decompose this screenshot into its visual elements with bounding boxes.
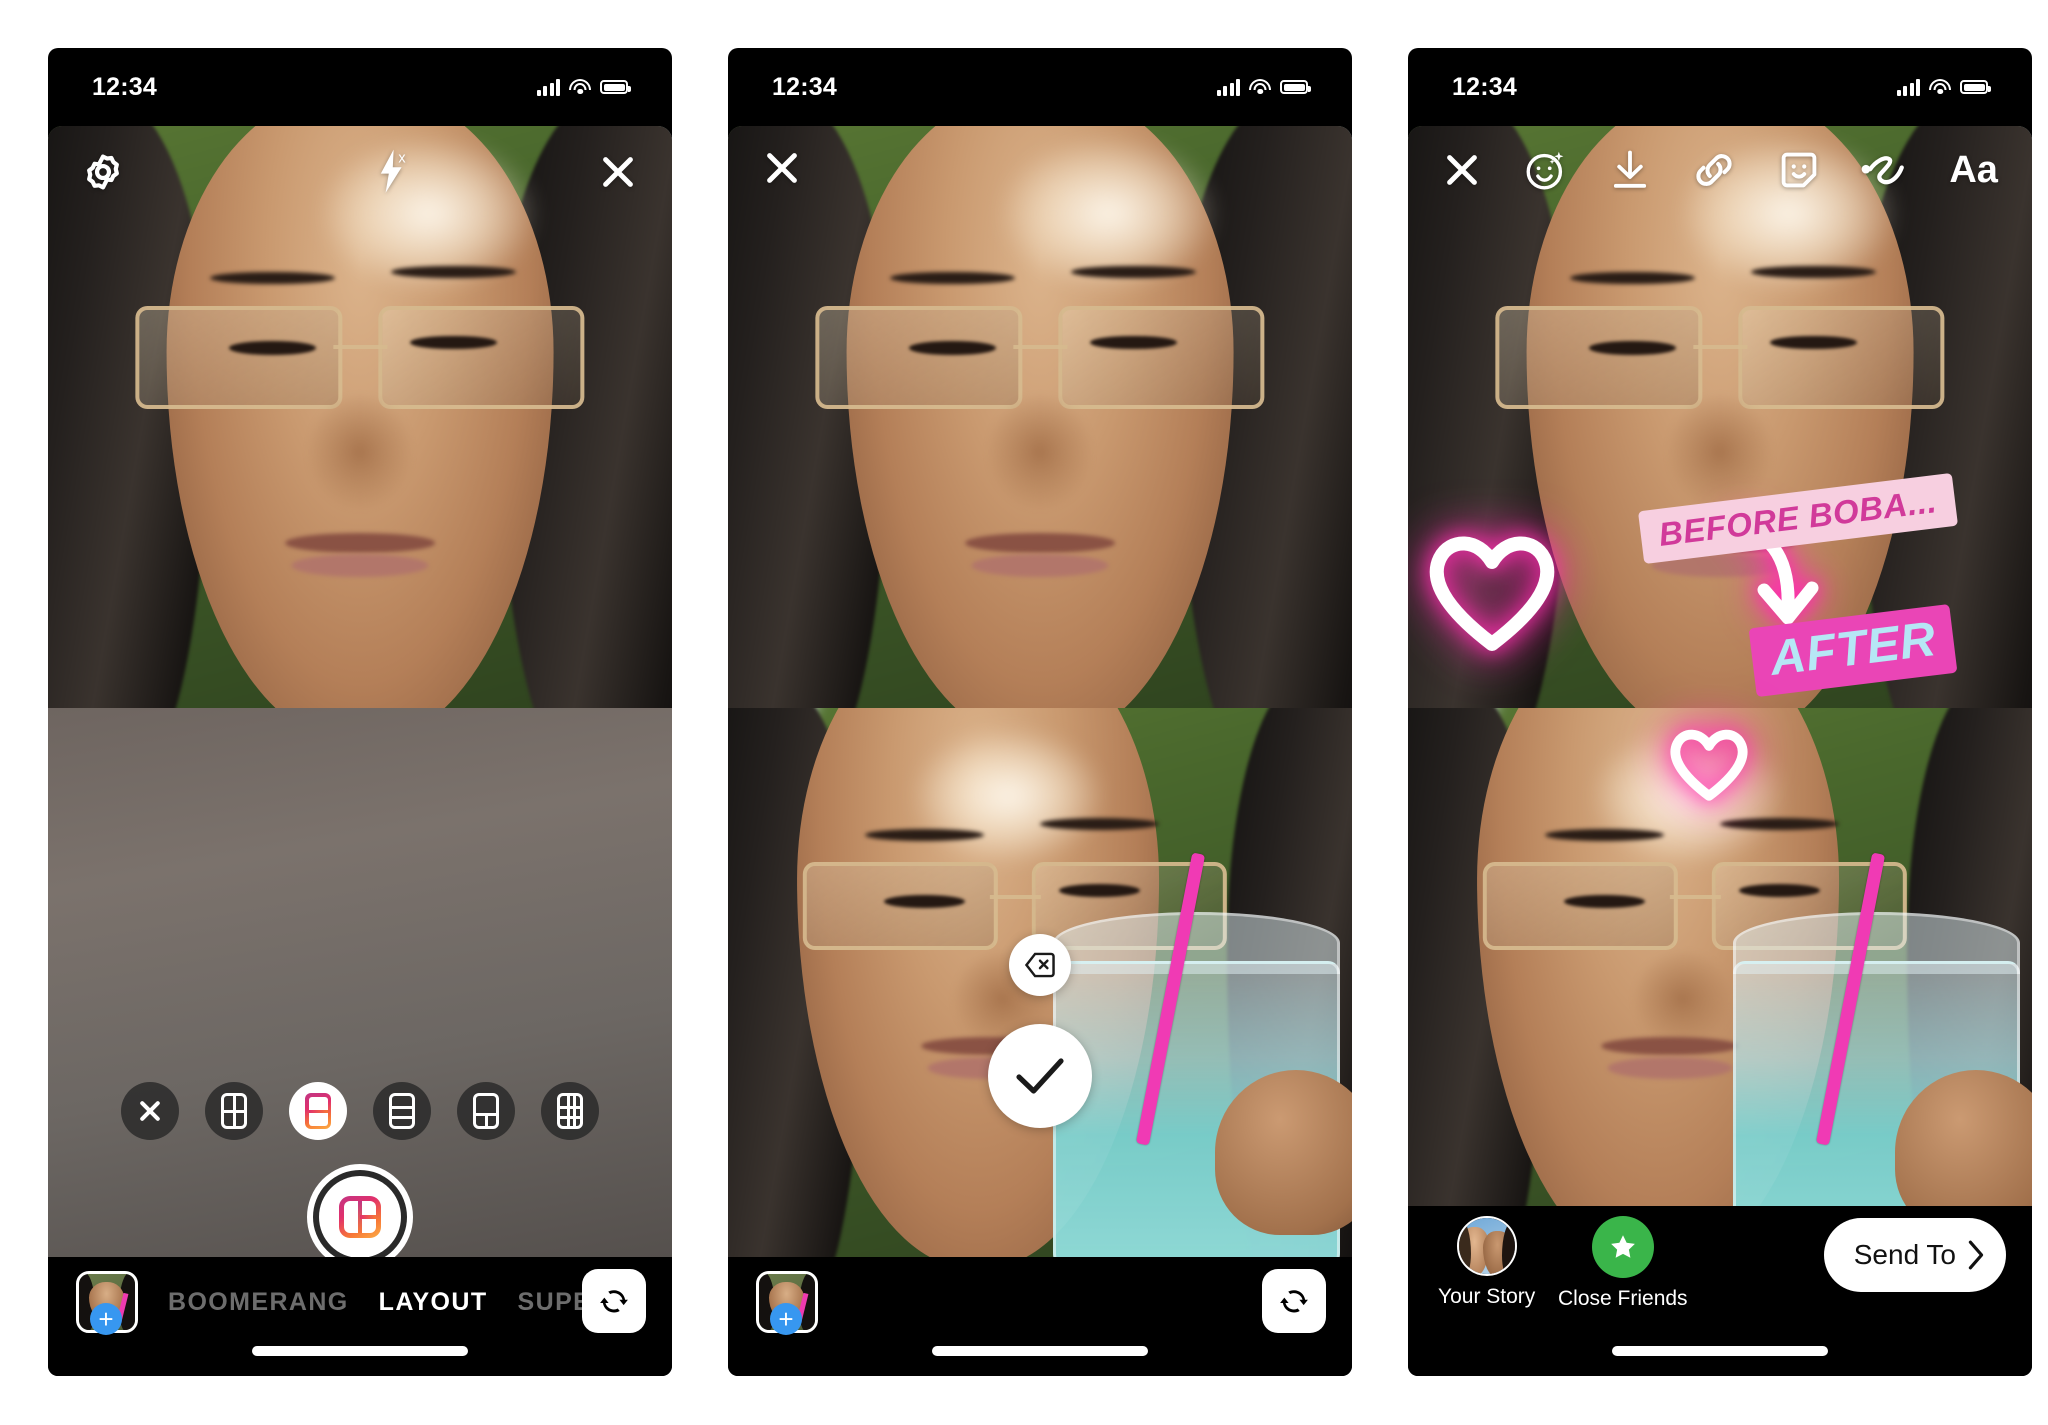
shutter-button[interactable] — [307, 1164, 413, 1270]
status-bar-time: 12:34 — [1452, 72, 1517, 101]
status-bar-time: 12:34 — [92, 72, 157, 101]
home-indicator — [1612, 1346, 1828, 1356]
text-aa-label: Aa — [1949, 149, 1998, 191]
share-destination-label: Your Story — [1438, 1285, 1536, 1308]
status-bar-icons — [1216, 78, 1311, 96]
capture-pane-top — [48, 126, 672, 708]
cellular-bars-icon — [1216, 78, 1240, 96]
download-icon[interactable] — [1610, 148, 1650, 192]
battery-icon — [1280, 80, 1311, 94]
layout-option-split-2[interactable] — [289, 1082, 347, 1140]
settings-gear-icon[interactable] — [82, 151, 124, 193]
star-icon — [1591, 1216, 1654, 1278]
layout-option-rows-3[interactable] — [373, 1082, 431, 1140]
camera-flip-icon[interactable] — [1262, 1269, 1326, 1333]
layout-option-mixed-3[interactable] — [457, 1082, 515, 1140]
screenshot-canvas: 12:34 x + BOOMERANG LAYOUT SUPE 12:34 + … — [0, 0, 2048, 1425]
battery-icon — [1960, 80, 1991, 94]
camera-top-controls: x — [48, 148, 672, 196]
close-icon[interactable] — [1442, 150, 1482, 190]
phone-screen-story-editor: 12:34 BEFORE BOBA... AFTER Aa Your Story… — [1408, 48, 2032, 1376]
phone-screen-layout-capture: 12:34 x + BOOMERANG LAYOUT SUPE — [48, 48, 672, 1376]
sticker-face-icon[interactable] — [1778, 149, 1820, 191]
add-to-story-badge[interactable]: + — [770, 1303, 802, 1335]
camera-mode-superzoom[interactable]: SUPERZOOM — [518, 1288, 588, 1317]
share-destination-your-story[interactable]: Your Story — [1438, 1216, 1535, 1309]
send-to-button[interactable]: Send To — [1823, 1218, 2006, 1292]
status-bar: 12:34 — [728, 48, 1352, 126]
flash-off-icon[interactable]: x — [372, 148, 412, 196]
share-destination-label: Close Friends — [1558, 1287, 1688, 1310]
wifi-icon — [569, 78, 591, 96]
draw-squiggle-icon[interactable] — [1861, 151, 1907, 189]
home-indicator — [252, 1346, 468, 1356]
delete-last-capture-button[interactable] — [1009, 934, 1071, 996]
preview-top-controls — [728, 148, 1352, 188]
wifi-icon — [1249, 78, 1271, 96]
camera-mode-boomerang[interactable]: BOOMERANG — [168, 1288, 349, 1317]
chevron-right-icon — [1968, 1240, 1984, 1270]
text-aa-icon[interactable]: Aa — [1949, 151, 1998, 189]
layout-option-off[interactable] — [121, 1082, 179, 1140]
avatar — [1456, 1216, 1517, 1276]
layout-grid-icon — [339, 1196, 381, 1238]
story-editor-toolbar: Aa — [1408, 148, 2032, 192]
wifi-icon — [1929, 78, 1951, 96]
confirm-layout-button[interactable] — [988, 1024, 1092, 1128]
capture-pane-top — [728, 126, 1352, 708]
link-icon[interactable] — [1692, 149, 1736, 191]
send-to-label: Send To — [1853, 1239, 1956, 1270]
photo-portrait-neutral — [728, 126, 1352, 708]
layout-option-grid-2x2[interactable] — [205, 1082, 263, 1140]
phone-screen-layout-review: 12:34 + — [728, 48, 1352, 1376]
add-to-story-badge[interactable]: + — [90, 1303, 122, 1335]
svg-text:x: x — [398, 150, 406, 166]
close-icon[interactable] — [598, 152, 638, 192]
status-bar-icons — [536, 78, 631, 96]
camera-mode-layout[interactable]: LAYOUT — [379, 1288, 488, 1317]
status-bar-time: 12:34 — [772, 72, 837, 101]
face-sparkle-icon[interactable] — [1524, 148, 1568, 192]
cellular-bars-icon — [536, 78, 560, 96]
share-destination-close-friends[interactable]: Close Friends — [1558, 1216, 1688, 1311]
heart-outline-neon-icon-bottom[interactable] — [1666, 724, 1752, 807]
preview-bottom-bar: + — [728, 1257, 1352, 1376]
battery-icon — [600, 80, 631, 94]
photo-portrait-neutral — [48, 126, 672, 708]
status-bar: 12:34 — [48, 48, 672, 126]
camera-mode-list: BOOMERANG LAYOUT SUPERZOOM — [168, 1257, 588, 1347]
layout-option-grid-6[interactable] — [541, 1082, 599, 1140]
status-bar-icons — [1896, 78, 1991, 96]
close-icon[interactable] — [762, 148, 802, 188]
camera-bottom-bar: + BOOMERANG LAYOUT SUPERZOOM — [48, 1257, 672, 1376]
cellular-bars-icon — [1896, 78, 1920, 96]
home-indicator — [932, 1346, 1148, 1356]
status-bar: 12:34 — [1408, 48, 2032, 126]
heart-outline-neon-icon-top[interactable] — [1422, 526, 1562, 659]
layout-grid-selector — [48, 1082, 672, 1140]
camera-flip-icon[interactable] — [582, 1269, 646, 1333]
story-canvas[interactable]: BEFORE BOBA... AFTER — [1408, 126, 2032, 1257]
